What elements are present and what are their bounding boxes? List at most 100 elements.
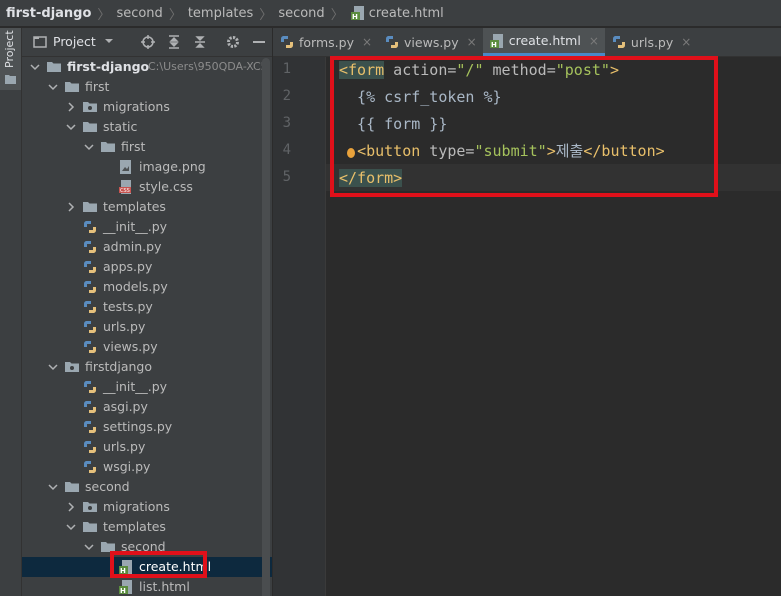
svg-text:H: H bbox=[352, 13, 358, 21]
chevron-right-icon[interactable] bbox=[66, 102, 76, 112]
annotation-box-code bbox=[330, 56, 718, 197]
tree-item[interactable]: second bbox=[22, 477, 272, 497]
tree-item-label: list.html bbox=[139, 579, 190, 594]
tree-item[interactable]: firstdjango bbox=[22, 357, 272, 377]
html-file-icon: H bbox=[350, 6, 364, 21]
collapse-all-icon[interactable] bbox=[192, 34, 208, 50]
breadcrumb-item[interactable]: second bbox=[116, 6, 162, 21]
editor-tab[interactable]: Hcreate.html × bbox=[482, 28, 605, 56]
tree-item[interactable]: models.py bbox=[22, 277, 272, 297]
tree-item[interactable]: migrations bbox=[22, 97, 272, 117]
tab-label: views.py bbox=[404, 34, 459, 50]
python-file-icon bbox=[83, 281, 97, 293]
folder-icon bbox=[101, 142, 115, 152]
tree-item[interactable]: CSS style.css bbox=[22, 177, 272, 197]
breadcrumb-item[interactable]: second bbox=[278, 6, 324, 21]
tree-item[interactable]: static bbox=[22, 117, 272, 137]
line-number: 4 bbox=[282, 142, 291, 158]
tree-item[interactable]: Hlist.html bbox=[22, 577, 272, 596]
tree-item[interactable]: urls.py bbox=[22, 317, 272, 337]
python-file-icon bbox=[386, 36, 399, 48]
tree-item[interactable]: image.png bbox=[22, 157, 272, 177]
chevron-down-icon[interactable] bbox=[66, 522, 76, 532]
tree-item-label: first bbox=[121, 139, 146, 154]
code-editor[interactable]: 12345 <form action="/" method="post"> {%… bbox=[273, 56, 781, 596]
tree-item-label: style.css bbox=[139, 179, 193, 194]
annotation-box-file bbox=[110, 551, 207, 578]
chevron-down-icon[interactable] bbox=[84, 542, 94, 552]
line-number: 5 bbox=[282, 169, 291, 185]
editor-tab[interactable]: urls.py × bbox=[605, 28, 697, 56]
tree-item-label: wsgi.py bbox=[103, 459, 151, 474]
tree-item[interactable]: templates bbox=[22, 517, 272, 537]
html-file-icon: H bbox=[119, 580, 132, 595]
python-file-icon bbox=[83, 461, 97, 473]
hide-icon[interactable] bbox=[251, 34, 267, 50]
chevron-right-icon[interactable] bbox=[66, 502, 76, 512]
editor-tabs: forms.py × views.py × Hcreate.html × urls.py × bbox=[273, 28, 781, 57]
locate-icon[interactable] bbox=[140, 34, 156, 50]
breadcrumb-separator: 〉 bbox=[259, 7, 273, 23]
editor-tab[interactable]: views.py × bbox=[378, 28, 483, 56]
tree-item[interactable]: migrations bbox=[22, 497, 272, 517]
project-tree: first-django C:\Users\950QDA-XC5 first migr… bbox=[22, 57, 272, 596]
project-view-title[interactable]: Project bbox=[53, 34, 96, 49]
tree-item-label: templates bbox=[103, 199, 166, 214]
tree-item[interactable]: wsgi.py bbox=[22, 457, 272, 477]
tree-item[interactable]: apps.py bbox=[22, 257, 272, 277]
tree-item[interactable]: asgi.py bbox=[22, 397, 272, 417]
css-file-icon: CSS bbox=[119, 180, 131, 194]
tree-item[interactable]: first bbox=[22, 137, 272, 157]
gear-icon[interactable] bbox=[225, 34, 241, 50]
python-file-icon bbox=[83, 301, 97, 313]
tree-item-label: admin.py bbox=[103, 239, 162, 254]
breadcrumb-project[interactable]: first-django bbox=[6, 6, 91, 21]
tree-item[interactable]: __init__.py bbox=[22, 217, 272, 237]
tree-item-label: urls.py bbox=[103, 439, 146, 454]
svg-text:H: H bbox=[120, 587, 126, 595]
chevron-down-icon[interactable] bbox=[48, 482, 58, 492]
chevron-down-icon[interactable] bbox=[66, 122, 76, 132]
tree-item-label: views.py bbox=[103, 339, 158, 354]
chevron-down-icon[interactable] bbox=[104, 36, 114, 46]
chevron-down-icon[interactable] bbox=[30, 62, 40, 72]
project-scrollbar[interactable] bbox=[262, 58, 270, 596]
close-icon[interactable]: × bbox=[467, 35, 477, 49]
python-file-icon bbox=[612, 36, 625, 48]
project-panel: Project first-django C:\Users\950QDA-XC5 f… bbox=[22, 28, 272, 596]
project-toolbar: Project bbox=[22, 28, 272, 57]
tree-item[interactable]: views.py bbox=[22, 337, 272, 357]
project-tool-tab[interactable]: Project bbox=[0, 28, 21, 90]
tree-item[interactable]: first bbox=[22, 77, 272, 97]
close-icon[interactable]: × bbox=[681, 35, 691, 49]
expand-all-icon[interactable] bbox=[166, 34, 182, 50]
package-folder-icon bbox=[83, 502, 97, 512]
tree-item[interactable]: templates bbox=[22, 197, 272, 217]
breadcrumb-separator: 〉 bbox=[330, 7, 344, 23]
chevron-down-icon[interactable] bbox=[48, 362, 58, 372]
folder-icon bbox=[65, 82, 79, 92]
tree-item[interactable]: __init__.py bbox=[22, 377, 272, 397]
tree-item[interactable]: admin.py bbox=[22, 237, 272, 257]
breadcrumb-label: second bbox=[278, 5, 325, 21]
editor-tab[interactable]: forms.py × bbox=[273, 28, 378, 56]
python-file-icon bbox=[83, 441, 97, 453]
breadcrumb-label: create.html bbox=[368, 5, 444, 21]
python-file-icon bbox=[83, 421, 97, 433]
close-icon[interactable]: × bbox=[589, 34, 599, 48]
breadcrumb-item[interactable]: Hcreate.html bbox=[350, 5, 444, 21]
tree-item-label: asgi.py bbox=[103, 399, 148, 414]
tree-item[interactable]: tests.py bbox=[22, 297, 272, 317]
close-icon[interactable]: × bbox=[362, 35, 372, 49]
tree-item[interactable]: first-django C:\Users\950QDA-XC5 bbox=[22, 57, 272, 77]
tree-item-label: first bbox=[85, 79, 110, 94]
tree-item-label: __init__.py bbox=[103, 219, 168, 234]
chevron-right-icon[interactable] bbox=[66, 202, 76, 212]
breadcrumb-item[interactable]: templates bbox=[188, 6, 253, 21]
tree-item[interactable]: urls.py bbox=[22, 437, 272, 457]
line-number: 2 bbox=[282, 88, 291, 104]
tab-label: create.html bbox=[508, 33, 581, 48]
chevron-down-icon[interactable] bbox=[48, 82, 58, 92]
chevron-down-icon[interactable] bbox=[84, 142, 94, 152]
tree-item[interactable]: settings.py bbox=[22, 417, 272, 437]
